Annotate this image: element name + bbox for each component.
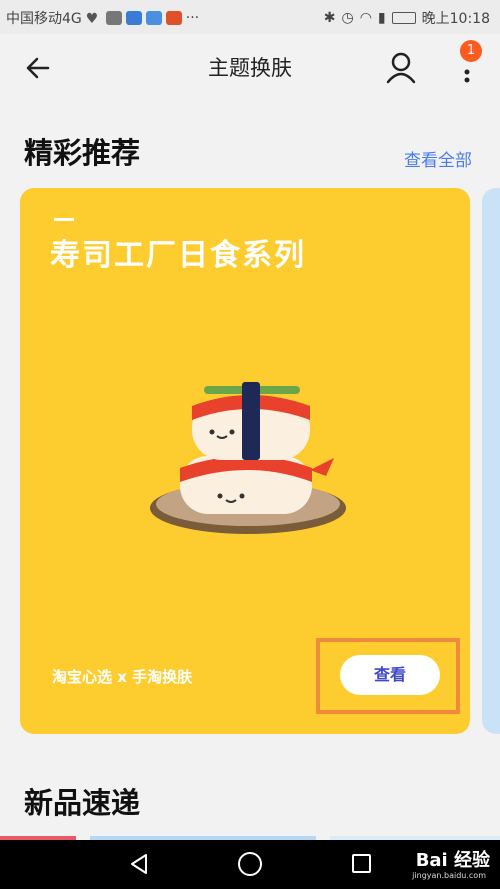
- nav-recent-icon[interactable]: [352, 854, 371, 873]
- watermark-url: jingyan.baidu.com: [412, 871, 486, 880]
- wechat-icon: [105, 11, 122, 25]
- notification-badge: 1: [460, 40, 482, 62]
- next-theme-card[interactable]: [482, 188, 500, 734]
- weibo-icon: [165, 11, 182, 25]
- card-subtitle: 淘宝心选 x 手淘换肤: [52, 668, 193, 686]
- watermark-logo: Bai 经验: [415, 850, 490, 871]
- user-icon: [386, 52, 416, 84]
- app-header: 主题换肤: [0, 34, 500, 100]
- profile-button[interactable]: [383, 48, 419, 86]
- see-all-link[interactable]: 查看全部: [404, 146, 472, 171]
- page-title: 主题换肤: [208, 56, 292, 80]
- clock: 晚上10:18: [421, 11, 490, 27]
- sushi-illustration: [150, 382, 346, 534]
- more-status: ···: [185, 10, 200, 26]
- status-bar: 中国移动4G ♥ ··· ✱ ◷ ◠ ▮ 晚上10:18: [0, 0, 500, 34]
- battery-icon: [391, 12, 416, 24]
- app-icon: [125, 11, 142, 25]
- card-title: 寿司工厂日食系列: [50, 238, 306, 273]
- carrier-label: 中国移动4G: [6, 11, 82, 27]
- featured-section-title: 精彩推荐: [24, 136, 141, 170]
- nav-home-icon[interactable]: [238, 852, 262, 876]
- system-nav-bar: Bai 经验 jingyan.baidu.com: [0, 840, 500, 889]
- view-button[interactable]: 查看: [340, 655, 440, 695]
- new-arrivals-title: 新品速递: [24, 786, 141, 820]
- bluetooth-icon: ✱: [323, 10, 336, 26]
- app2-icon: [145, 11, 162, 25]
- title-dash: [54, 218, 74, 221]
- alarm-icon: ◷: [341, 10, 354, 26]
- featured-theme-card[interactable]: 寿司工厂日食系列 淘宝心选 x 手淘换肤 查看: [20, 188, 470, 734]
- wifi-icon: ◠: [359, 10, 372, 26]
- signal-icon: ▮: [377, 10, 386, 26]
- nav-back-icon[interactable]: [128, 852, 150, 876]
- heart-icon: ♥: [85, 11, 99, 27]
